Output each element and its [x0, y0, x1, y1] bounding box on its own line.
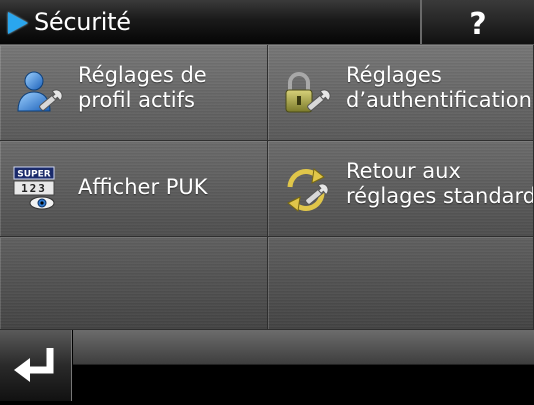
menu-item-show-puk[interactable]: SUPER 123 Afficher PUK — [0, 141, 268, 237]
help-label: ? — [469, 6, 487, 42]
menu-item-authentication-settings[interactable]: Réglages d’authentification — [268, 45, 534, 141]
empty-menu-cell — [268, 237, 534, 330]
menu-item-restore-defaults[interactable]: Retour aux réglages standard — [268, 141, 534, 237]
menu-item-label: Retour aux réglages standard — [346, 159, 534, 208]
return-arrow-icon — [14, 348, 54, 382]
menu-grid: Réglages de profil actifs Réglages d’aut… — [0, 45, 534, 330]
title-bar: Sécurité ? — [0, 0, 534, 45]
padlock-wrench-icon — [285, 72, 331, 113]
svg-text:123: 123 — [21, 182, 47, 195]
svg-text:SUPER: SUPER — [17, 170, 51, 180]
bottom-status-strip — [73, 330, 534, 365]
super-pin-card-icon: SUPER 123 — [13, 166, 55, 210]
help-button[interactable]: ? — [420, 0, 534, 44]
menu-item-active-profile-settings[interactable]: Réglages de profil actifs — [0, 45, 268, 141]
bottom-bar — [0, 330, 534, 401]
reset-wrench-icon — [287, 168, 329, 212]
title-arrow-icon — [8, 12, 28, 34]
menu-item-label: Afficher PUK — [78, 175, 208, 199]
page-title: Sécurité — [34, 8, 131, 36]
empty-menu-cell — [0, 237, 268, 330]
back-button[interactable] — [0, 330, 72, 401]
user-wrench-icon — [17, 71, 63, 112]
menu-item-label: Réglages d’authentification — [346, 63, 532, 112]
menu-item-label: Réglages de profil actifs — [78, 63, 207, 112]
